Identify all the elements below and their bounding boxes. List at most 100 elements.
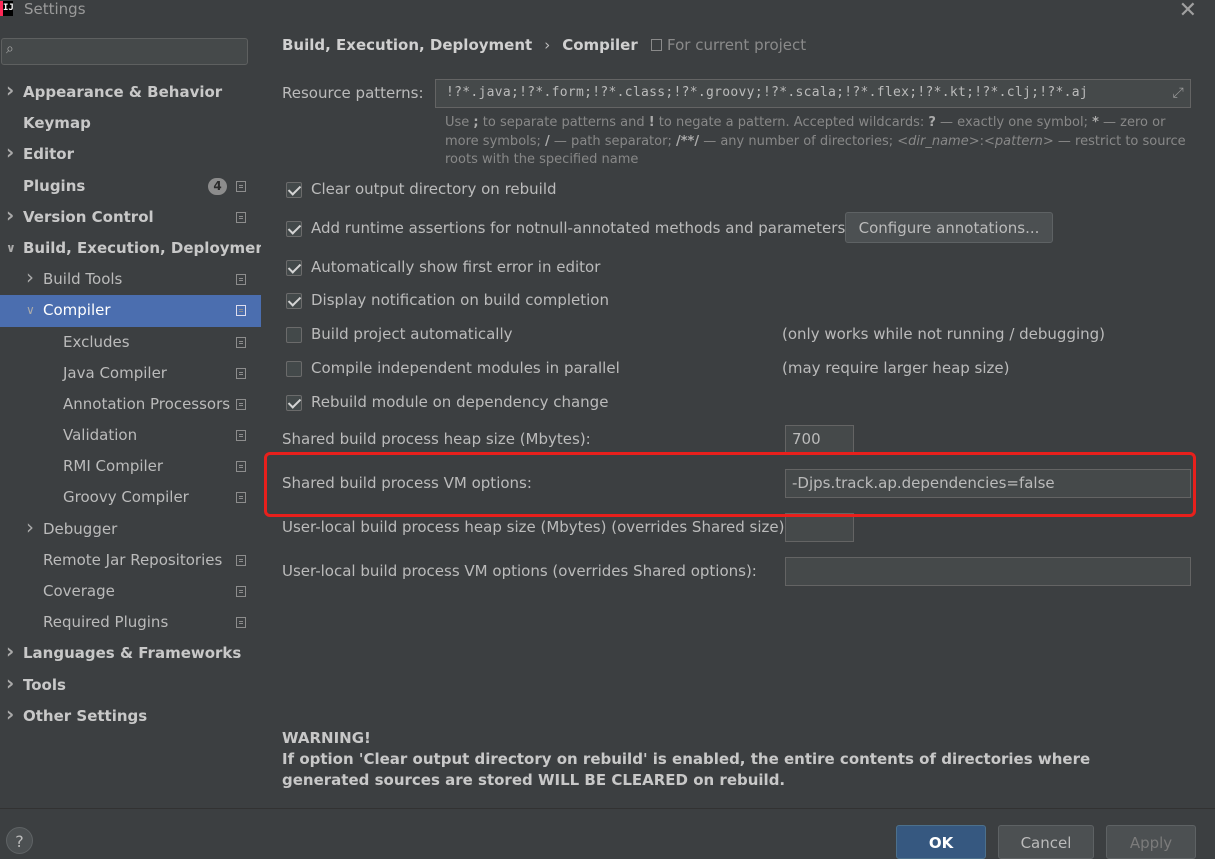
sidebar-item-label: Compiler <box>43 301 111 320</box>
sidebar-item[interactable]: Remote Jar Repositories <box>0 545 261 576</box>
project-level-icon <box>236 430 246 442</box>
update-count-badge: 4 <box>208 177 227 195</box>
sidebar-item[interactable]: › Editor <box>0 139 261 170</box>
shared-heap-label: Shared build process heap size (Mbytes): <box>282 430 591 448</box>
sidebar-item[interactable]: › Debugger <box>0 514 261 545</box>
project-level-icon <box>236 336 246 348</box>
option-label[interactable]: Rebuild module on dependency change <box>311 393 608 411</box>
sidebar-item[interactable]: Validation <box>0 420 261 451</box>
option-label[interactable]: Build project automatically <box>311 325 513 343</box>
sidebar-item-label: Coverage <box>43 582 115 600</box>
sidebar-item-label: Appearance & Behavior <box>23 83 223 101</box>
user-vm-options-input[interactable] <box>785 557 1191 586</box>
search-input[interactable] <box>24 41 243 63</box>
sidebar-item-label: Groovy Compiler <box>63 488 189 507</box>
sidebar-item[interactable]: › Appearance & Behavior <box>0 77 261 108</box>
option-checkbox[interactable] <box>286 182 302 198</box>
settings-sidebar: ⌕ › Appearance & Behavior Keymap › Editor Plu… <box>0 22 273 808</box>
resource-patterns-value: !?*.java;!?*.form;!?*.class;!?*.groovy;!… <box>446 85 1089 100</box>
option-note: (may require larger heap size) <box>782 359 1010 377</box>
sidebar-item[interactable]: ∨ Compiler <box>0 295 261 327</box>
title-bar: IJ Settings ✕ <box>0 0 1215 23</box>
sidebar-item[interactable]: › Version Control <box>0 202 261 233</box>
option-label[interactable]: Clear output directory on rebuild <box>311 180 557 198</box>
project-level-icon <box>236 305 246 317</box>
chevron-right-icon[interactable]: › <box>6 668 14 699</box>
option-checkbox[interactable] <box>286 260 302 276</box>
project-level-icon <box>236 274 246 286</box>
sidebar-item[interactable]: › Languages & Frameworks <box>0 638 261 669</box>
resource-patterns-label: Resource patterns: <box>282 84 424 102</box>
chevron-right-icon[interactable]: › <box>26 512 34 543</box>
option-checkbox[interactable] <box>286 293 302 309</box>
help-button[interactable]: ? <box>6 827 33 854</box>
sidebar-item-label: Build Tools <box>43 270 123 289</box>
sidebar-item-label: Annotation Processors <box>63 394 231 413</box>
sidebar-item[interactable]: RMI Compiler <box>0 451 261 482</box>
project-level-icon <box>236 367 246 379</box>
user-heap-label: User-local build process heap size (Mbyt… <box>282 518 790 536</box>
sidebar-item[interactable]: › Tools <box>0 670 261 701</box>
sidebar-item-label: Languages & Frameworks <box>23 644 242 663</box>
sidebar-item[interactable]: › Build Tools <box>0 264 261 295</box>
option-checkbox[interactable] <box>286 395 302 411</box>
scope-label: For current project <box>667 36 807 54</box>
sidebar-item[interactable]: Required Plugins <box>0 607 261 638</box>
window-title: Settings <box>24 0 86 18</box>
compiler-settings-panel: Build, Execution, Deployment › Compiler Fo… <box>261 22 1215 808</box>
chevron-down-icon[interactable]: ∨ <box>26 295 35 326</box>
chevron-right-icon[interactable]: › <box>6 75 14 106</box>
chevron-right-icon[interactable]: › <box>26 262 34 293</box>
project-level-icon <box>236 461 246 473</box>
sidebar-item-label: Editor <box>23 145 74 164</box>
sidebar-item[interactable]: Groovy Compiler <box>0 482 261 513</box>
shared-heap-input[interactable]: 700 <box>785 425 854 454</box>
sidebar-item[interactable]: Plugins 4 <box>0 171 261 202</box>
chevron-right-icon[interactable]: › <box>6 636 14 667</box>
sidebar-item-label: Validation <box>63 426 138 445</box>
chevron-right-icon[interactable]: › <box>6 137 14 168</box>
option-checkbox[interactable] <box>286 221 302 237</box>
settings-tree: › Appearance & Behavior Keymap › Editor Plugi… <box>0 77 273 732</box>
chevron-right-icon[interactable]: › <box>6 699 14 730</box>
intellij-logo-icon: IJ <box>0 1 14 16</box>
project-scope-indicator: For current project <box>651 36 806 54</box>
dialog-button-bar: ? OK Cancel Apply <box>0 808 1215 859</box>
option-checkbox[interactable] <box>286 327 302 343</box>
sidebar-item-label: Tools <box>23 675 66 694</box>
sidebar-item[interactable]: Java Compiler <box>0 358 261 389</box>
user-heap-input[interactable] <box>785 513 854 542</box>
sidebar-item[interactable]: Coverage <box>0 576 261 607</box>
expand-icon[interactable]: ⤢ <box>1173 80 1185 106</box>
ok-button[interactable]: OK <box>896 825 986 859</box>
search-icon: ⌕ <box>6 41 14 57</box>
option-label[interactable]: Display notification on build completion <box>311 291 609 309</box>
breadcrumb-parent[interactable]: Build, Execution, Deployment <box>282 36 532 54</box>
sidebar-item[interactable]: Annotation Processors <box>0 389 261 420</box>
option-label[interactable]: Automatically show first error in editor <box>311 258 600 276</box>
option-note: (only works while not running / debuggin… <box>782 325 1106 343</box>
close-icon[interactable]: ✕ <box>1179 0 1197 23</box>
search-box[interactable]: ⌕ <box>1 38 248 65</box>
sidebar-item[interactable]: ∨ Build, Execution, Deployment <box>0 233 273 264</box>
option-label[interactable]: Add runtime assertions for notnull-annot… <box>311 219 845 237</box>
chevron-right-icon[interactable]: › <box>6 200 14 231</box>
sidebar-item-label: Version Control <box>23 207 154 226</box>
sidebar-item-label: Debugger <box>43 519 118 538</box>
option-label[interactable]: Compile independent modules in parallel <box>311 359 620 377</box>
sidebar-item[interactable]: Keymap <box>0 108 261 139</box>
shared-vm-options-label: Shared build process VM options: <box>282 474 532 492</box>
chevron-down-icon[interactable]: ∨ <box>6 233 16 264</box>
apply-button[interactable]: Apply <box>1106 825 1196 859</box>
project-level-icon <box>236 554 246 566</box>
project-level-icon <box>236 617 246 629</box>
resource-patterns-field[interactable]: !?*.java;!?*.form;!?*.class;!?*.groovy;!… <box>435 79 1191 108</box>
sidebar-item[interactable]: › Other Settings <box>0 701 261 732</box>
shared-vm-options-input[interactable]: -Djps.track.ap.dependencies=false <box>785 469 1191 498</box>
sidebar-item[interactable]: Excludes <box>0 327 261 358</box>
project-level-icon <box>236 211 246 223</box>
option-checkbox[interactable] <box>286 361 302 377</box>
configure-annotations-button[interactable]: Configure annotations... <box>845 212 1053 243</box>
cancel-button[interactable]: Cancel <box>998 825 1094 859</box>
sidebar-item-label: Keymap <box>23 114 91 133</box>
